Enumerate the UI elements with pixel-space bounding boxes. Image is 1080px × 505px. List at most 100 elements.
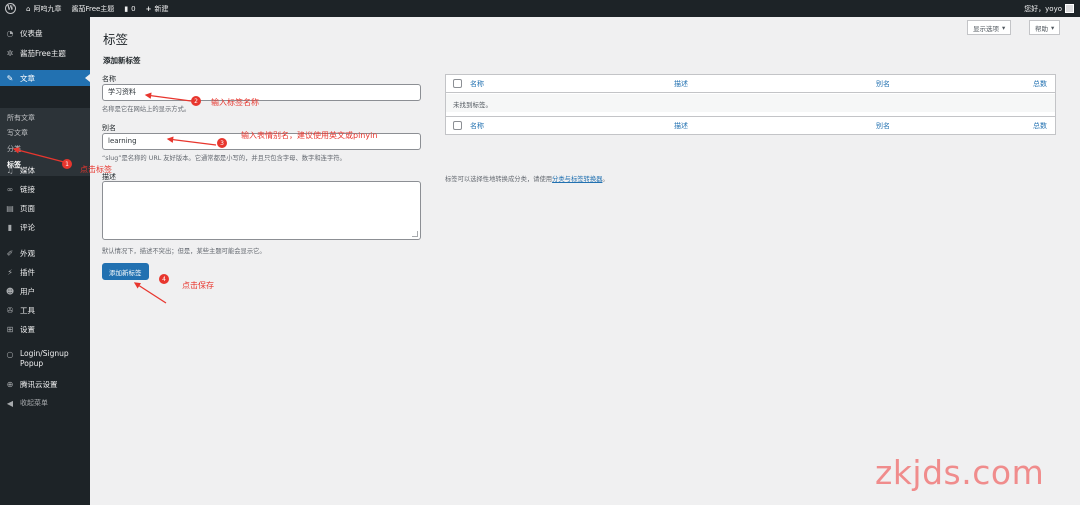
sidebar-item-posts[interactable]: ✎ 文章 [0,70,90,86]
sidebar-item-theme[interactable]: ✲ 酱茄Free主题 [0,45,90,61]
sidebar-item-label: 链接 [20,184,35,194]
collapse-menu-button[interactable]: ◀ 收起菜单 [0,395,90,411]
plus-icon: + [145,4,152,13]
sidebar-item-appearance[interactable]: ✐ 外观 [0,245,90,261]
name-help-text: 名称是它在网站上的显示方式。 [102,106,191,113]
step2-label: 输入标签名称 [211,98,259,107]
sidebar-item-tencent-cloud[interactable]: ⊕ 腾讯云设置 [0,376,90,392]
user-account-menu[interactable]: 您好，yoyo [1019,0,1080,17]
sidebar-item-links[interactable]: ∞ 链接 [0,181,90,197]
pushpin-icon: ✎ [6,73,14,83]
wordpress-icon: W [5,3,16,14]
step4-label: 点击保存 [182,281,214,290]
login-popup-line1: Login/Signup [20,349,69,358]
table-footer-row: 名称 描述 别名 总数 [446,116,1055,134]
collapse-arrow-icon: ◀ [6,398,14,408]
step1-badge: 1 [62,159,72,169]
add-new-tag-button[interactable]: 添加新标签 [102,263,149,280]
paintbrush-icon: ✐ [6,248,14,258]
gear-icon: ✲ [6,48,14,58]
wrench-icon: ✇ [6,305,14,315]
wordpress-logo-button[interactable]: W [0,0,21,17]
sidebar-item-label: 仪表盘 [20,28,43,38]
step2-badge: 2 [191,96,201,106]
select-all-checkbox[interactable] [453,79,462,88]
tag-name-input[interactable]: 学习资料 [102,84,421,101]
select-all-checkbox-footer[interactable] [453,121,462,130]
site-name-label: 阿呜九章 [33,4,62,13]
submenu-categories[interactable]: 分类 [7,144,21,154]
tag-converter-link[interactable]: 分类与标签转换器 [552,176,602,183]
name-field-label: 名称 [102,75,116,83]
avatar [1065,4,1074,13]
new-content-link[interactable]: + 新建 [141,0,174,17]
watermark-text: zkjds.com [875,453,1045,492]
submenu-all-posts[interactable]: 所有文章 [7,113,35,123]
column-description-header[interactable]: 描述 [674,79,688,89]
admin-bar: W ⌂ 阿呜九章 酱茄Free主题 ▮ 0 + 新建 您好，yoyo [0,0,1080,17]
note-prefix: 标签可以选择性地转换成分类，请使用 [445,176,553,183]
description-help-text: 默认情况下，描述不突出；但是，某些主题可能会显示它。 [102,248,266,255]
column-count-footer[interactable]: 总数 [1033,121,1047,131]
sidebar-item-users[interactable]: ☻ 用户 [0,283,90,299]
table-empty-row: 未找到标签。 [446,94,1055,112]
sidebar-item-settings[interactable]: ⊞ 设置 [0,321,90,337]
site-name-link[interactable]: ⌂ 阿呜九章 [21,0,66,17]
step3-badge: 3 [217,138,227,148]
column-name-footer[interactable]: 名称 [470,121,484,131]
tags-table: 名称 描述 别名 总数 未找到标签。 名称 描述 别名 总数 [445,74,1056,135]
column-description-footer[interactable]: 描述 [674,121,688,131]
tag-converter-note: 标签可以选择性地转换成分类，请使用分类与标签转换器。 [445,174,609,183]
collapse-menu-label: 收起菜单 [20,399,48,407]
link-icon: ∞ [6,184,14,194]
tag-description-textarea[interactable] [102,181,421,240]
column-slug-header[interactable]: 别名 [876,79,890,89]
help-button[interactable]: 帮助 ▾ [1029,20,1061,35]
comments-link[interactable]: ▮ 0 [119,0,140,17]
theme-menu-link[interactable]: 酱茄Free主题 [66,0,119,17]
slug-help-text: “slug”是名称的 URL 友好版本。它通常都是小写的，并且只包含字母、数字和… [102,155,346,162]
login-popup-icon: ○ [6,350,14,359]
sidebar-item-label: 酱茄Free主题 [20,48,66,58]
sidebar-item-label: 设置 [20,324,35,334]
sidebar-item-plugins[interactable]: ⚡ 插件 [0,264,90,280]
sidebar-item-label: 工具 [20,305,35,315]
sidebar-item-label: 媒体 [20,165,35,175]
settings-icon: ⊞ [6,324,14,334]
column-count-header[interactable]: 总数 [1033,79,1047,89]
column-name-header[interactable]: 名称 [470,79,484,89]
sidebar-item-label: 页面 [20,203,35,213]
screen-options-button[interactable]: 显示选项 ▾ [967,20,1012,35]
step4-badge: 4 [159,274,169,284]
sidebar-item-tools[interactable]: ✇ 工具 [0,302,90,318]
sidebar-item-login-popup[interactable]: ○ Login/Signup Popup [0,349,90,371]
sidebar-item-dashboard[interactable]: ◔ 仪表盘 [0,25,90,41]
sidebar-item-label: Login/Signup Popup [20,349,69,369]
comment-bubble-icon: ▮ [124,4,129,13]
sidebar-item-label: 用户 [20,286,35,296]
theme-menu-label: 酱茄Free主题 [71,4,115,13]
main-content: 显示选项 ▾ 帮助 ▾ 标签 添加新标签 名称 学习资料 名称是它在网站上的显示… [90,17,1080,505]
caret-down-icon: ▾ [1002,23,1006,32]
sidebar-item-comments[interactable]: ▮ 评论 [0,219,90,235]
globe-icon: ⊕ [6,379,14,389]
media-icon: ♫ [6,165,14,175]
note-suffix: 。 [602,176,609,183]
caret-down-icon: ▾ [1051,23,1055,32]
greeting-label: 您好，yoyo [1024,4,1062,13]
admin-sidebar: ◔ 仪表盘 ✲ 酱茄Free主题 ✎ 文章 所有文章 写文章 分类 标签 ♫ 媒… [0,17,90,505]
home-icon: ⌂ [26,4,31,13]
sidebar-item-label: 腾讯云设置 [20,379,58,389]
page-title: 标签 [103,32,129,47]
step3-label: 输入表情别名，建议使用英文或pinyin [241,131,378,140]
login-popup-line2: Popup [20,359,44,368]
sidebar-item-pages[interactable]: ▤ 页面 [0,200,90,216]
comment-icon: ▮ [7,222,13,232]
column-slug-footer[interactable]: 别名 [876,121,890,131]
sidebar-item-label: 文章 [20,73,35,83]
submenu-write-post[interactable]: 写文章 [7,128,28,138]
sidebar-item-label: 外观 [20,248,35,258]
sidebar-item-label: 评论 [20,222,35,232]
users-icon: ☻ [5,286,15,296]
sidebar-item-media[interactable]: ♫ 媒体 [0,162,90,178]
